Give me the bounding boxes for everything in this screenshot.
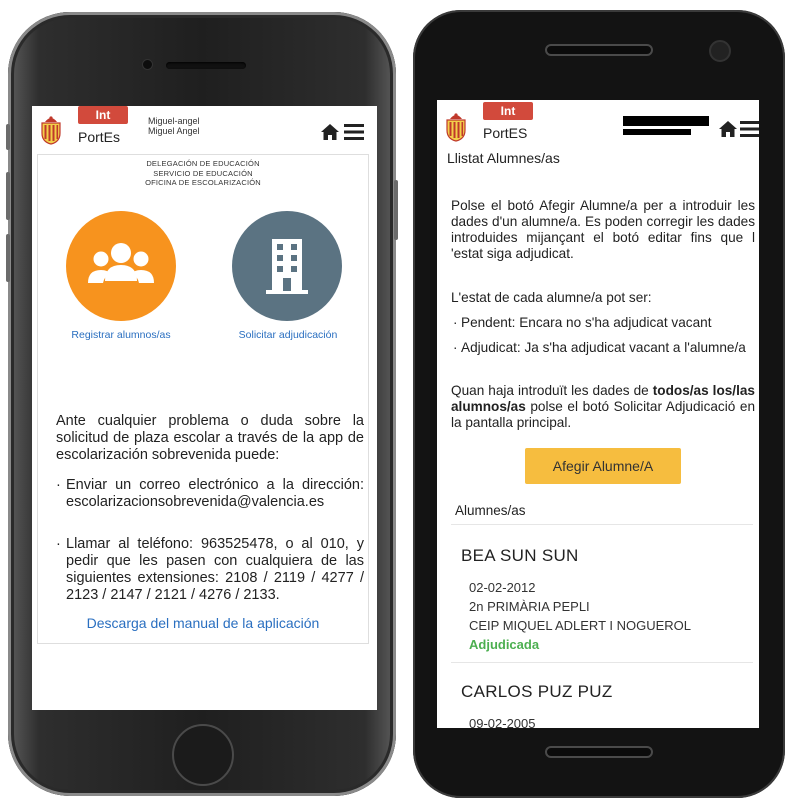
home-content-card: DELEGACIÓN DE EDUCACIÓN SERVICIO DE EDUC… <box>37 154 369 644</box>
phone-frame-right: Int PortES Llistat Alumnes/as Polse el b… <box>413 10 785 798</box>
user-name-line1: Miguel-angel <box>148 116 200 126</box>
student-school: CEIP MIQUEL ADLERT I NOGUEROL <box>469 618 692 633</box>
student-course: 2n PRIMÀRIA PEPLI <box>469 599 590 614</box>
user-name: Miguel-angel Miguel Angel <box>148 116 200 136</box>
support-intro: Ante cualquier problema o duda sobre la … <box>56 413 364 463</box>
volume-down-button <box>6 234 10 282</box>
add-student-button[interactable]: Afegir Alumne/A <box>525 448 681 484</box>
mute-switch <box>6 124 10 150</box>
city-crest-icon <box>446 113 466 142</box>
student-details: 02-02-2012 2n PRIMÀRIA PEPLI CEIP MIQUEL… <box>451 578 753 654</box>
agency-line: DELEGACIÓN DE EDUCACIÓN <box>146 159 260 168</box>
agency-line: SERVICIO DE EDUCACIÓN <box>153 168 253 178</box>
front-camera <box>142 59 153 70</box>
status-pending-item: Pendent: Encara no s'ha adjudicat vacant <box>451 315 755 331</box>
student-birthdate: 02-02-2012 <box>469 580 536 595</box>
users-icon <box>88 243 154 283</box>
app-brand: PortES <box>483 125 528 141</box>
support-phone-item: Llamar al teléfono: 963525478, o al 010,… <box>56 536 364 604</box>
request-adjudication-link[interactable]: Solicitar adjudicación <box>218 329 358 341</box>
instructions-paragraph: Polse el botó Afegir Alumne/a per a intr… <box>451 198 755 261</box>
city-crest-icon <box>41 116 61 145</box>
home-icon[interactable] <box>718 120 738 138</box>
environment-badge: Int <box>78 106 128 124</box>
request-adjudication-button[interactable] <box>232 211 342 321</box>
register-students-button[interactable] <box>66 211 176 321</box>
building-icon <box>266 239 308 294</box>
home-icon[interactable] <box>320 123 340 141</box>
student-name: BEA SUN SUN <box>461 546 579 565</box>
student-status: Adjudicada <box>469 637 540 652</box>
student-card[interactable]: CARLOS PUZ PUZ 09-02-2005 <box>451 682 753 728</box>
volume-up-button <box>6 172 10 220</box>
hamburger-menu-icon[interactable] <box>740 120 759 138</box>
divider <box>451 524 753 525</box>
power-button <box>394 180 398 240</box>
agency-line: OFICINA DE ESCOLARIZACIÓN <box>145 178 261 187</box>
app-screen-home: Int PortEs Miguel-angel Miguel Angel DEL… <box>32 106 377 710</box>
front-camera <box>709 40 731 62</box>
user-name-line2: Miguel Angel <box>148 126 200 136</box>
students-list-header: Alumnes/as <box>455 503 526 518</box>
download-manual-link[interactable]: Descarga del manual de la aplicación <box>38 615 368 631</box>
app-header: Int PortES <box>437 100 759 146</box>
support-email-item: Enviar un correo electrónico a la direcc… <box>56 477 364 511</box>
redaction-bar <box>623 129 691 135</box>
status-assigned-item: Adjudicat: Ja s'ha adjudicat vacant a l'… <box>451 340 755 356</box>
agency-header: DELEGACIÓN DE EDUCACIÓN SERVICIO DE EDUC… <box>38 159 368 188</box>
submit-instructions-text: Quan haja introduït les dades de <box>451 383 653 398</box>
student-details: 09-02-2005 <box>451 714 753 728</box>
divider <box>451 662 753 663</box>
status-intro: L'estat de cada alumne/a pot ser: <box>451 290 652 305</box>
earpiece-speaker <box>166 62 246 69</box>
app-header: Int PortEs Miguel-angel Miguel Angel <box>32 106 377 152</box>
redaction-bar <box>623 116 709 126</box>
phone-frame-left: Int PortEs Miguel-angel Miguel Angel DEL… <box>6 12 398 796</box>
bottom-speaker <box>545 746 653 758</box>
submit-instructions: Quan haja introduït les dades de todos/a… <box>451 383 755 431</box>
register-students-link[interactable]: Registrar alumnos/as <box>54 329 188 341</box>
hamburger-menu-icon[interactable] <box>344 123 364 141</box>
student-birthdate: 09-02-2005 <box>469 716 536 728</box>
environment-badge: Int <box>483 102 533 120</box>
earpiece-speaker <box>545 44 653 56</box>
app-screen-student-list: Int PortES Llistat Alumnes/as Polse el b… <box>437 100 759 728</box>
student-name: CARLOS PUZ PUZ <box>461 682 613 701</box>
page-title: Llistat Alumnes/as <box>447 150 560 166</box>
home-button[interactable] <box>172 724 234 786</box>
app-brand: PortEs <box>78 129 121 145</box>
student-card[interactable]: BEA SUN SUN 02-02-2012 2n PRIMÀRIA PEPLI… <box>451 546 753 654</box>
